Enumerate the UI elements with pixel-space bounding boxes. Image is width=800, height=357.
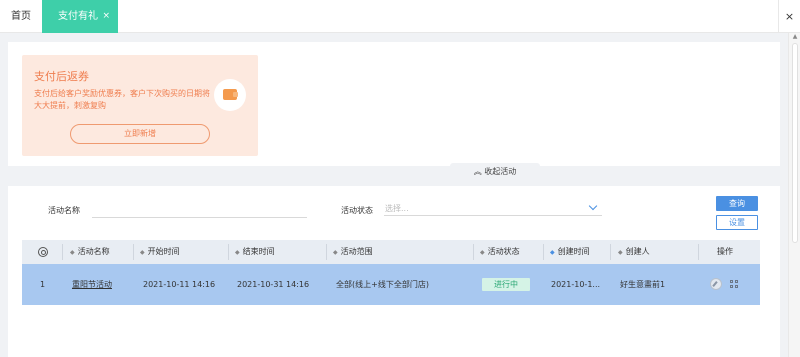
status-placeholder: 选择... — [385, 204, 409, 213]
add-now-button[interactable]: 立即新增 — [70, 124, 210, 144]
wallet-shape — [223, 89, 238, 100]
sort-icon[interactable]: ◆ — [550, 249, 555, 256]
column-header-start[interactable]: ◆ 开始时间 — [140, 240, 180, 264]
table-row[interactable]: 1 重阳节活动 2021-10-11 14:16 2021-10-31 14:1… — [22, 264, 760, 305]
activity-name-input[interactable] — [92, 204, 307, 218]
column-divider — [543, 244, 544, 260]
scrollbar-thumb[interactable] — [792, 43, 798, 243]
column-divider — [326, 244, 327, 260]
tab-payment-gift[interactable]: 支付有礼 × — [42, 0, 118, 33]
qrcode-icon[interactable] — [730, 280, 738, 288]
promo-title: 支付后返券 — [34, 70, 89, 83]
sort-icon[interactable]: ◆ — [140, 249, 145, 256]
row-name-link[interactable]: 重阳节活动 — [72, 264, 112, 305]
tab-label: 支付有礼 — [58, 11, 98, 22]
settings-button[interactable]: 设置 — [716, 215, 758, 230]
column-header-status[interactable]: ◆ 活动状态 — [480, 240, 520, 264]
column-divider — [133, 244, 134, 260]
collapse-activities-button[interactable]: ︽ 收起活动 — [450, 163, 540, 181]
sort-icon[interactable]: ◆ — [480, 249, 485, 256]
activity-name-label: 活动名称 — [48, 206, 80, 215]
row-end-time: 2021-10-31 14:16 — [237, 280, 310, 289]
activity-status-select[interactable]: 选择... — [384, 202, 602, 216]
row-index: 1 — [40, 280, 46, 289]
table-header: ◆ 活动名称 ◆ 开始时间 ◆ 结束时间 ◆ 活动范围 ◆ 活动状态 ◆ 创建时间 ◆ 创建人… — [22, 240, 760, 264]
tab-home[interactable]: 首页 — [0, 0, 42, 33]
activity-status-label: 活动状态 — [341, 206, 373, 215]
column-divider — [473, 244, 474, 260]
column-divider — [610, 244, 611, 260]
close-icon[interactable]: × — [102, 0, 110, 33]
column-header-end[interactable]: ◆ 结束时间 — [235, 240, 275, 264]
column-header-scope[interactable]: ◆ 活动范围 — [333, 240, 373, 264]
wallet-icon — [214, 79, 246, 111]
column-divider — [698, 244, 699, 260]
row-created-time: 2021-10-1... — [551, 280, 601, 289]
gear-icon[interactable] — [38, 247, 48, 257]
edit-icon[interactable] — [710, 278, 722, 290]
sort-icon[interactable]: ◆ — [333, 249, 338, 256]
column-header-name[interactable]: ◆ 活动名称 — [70, 240, 110, 264]
row-scope: 全部(线上+线下全部门店) — [336, 280, 429, 289]
collapse-label: 收起活动 — [484, 167, 517, 176]
column-header-actions: 操作 — [717, 247, 733, 256]
promo-description: 支付后给客户奖励优惠券，客户下次购买的日期将大大提前，刺激复购 — [34, 89, 210, 110]
chevron-up-icon: ︽ — [473, 167, 482, 176]
column-divider — [228, 244, 229, 260]
status-badge: 进行中 — [482, 278, 530, 291]
scrollbar[interactable]: ▲ — [788, 33, 800, 357]
query-button[interactable]: 查询 — [716, 196, 758, 211]
promo-card: 支付后返券 支付后给客户奖励优惠券，客户下次购买的日期将大大提前，刺激复购 立即… — [22, 55, 258, 156]
row-creator: 好生意畫前1 — [620, 280, 666, 289]
close-all-tabs-button[interactable]: × — [778, 0, 800, 33]
column-divider — [62, 244, 63, 260]
sort-icon[interactable]: ◆ — [70, 249, 75, 256]
sort-icon[interactable]: ◆ — [618, 249, 623, 256]
column-header-creator[interactable]: ◆ 创建人 — [618, 240, 650, 264]
row-start-time: 2021-10-11 14:16 — [143, 280, 216, 289]
scroll-up-icon[interactable]: ▲ — [791, 33, 799, 41]
column-header-created[interactable]: ◆ 创建时间 — [550, 240, 590, 264]
sort-icon[interactable]: ◆ — [235, 249, 240, 256]
tab-bar: 首页 支付有礼 × × — [0, 0, 800, 33]
